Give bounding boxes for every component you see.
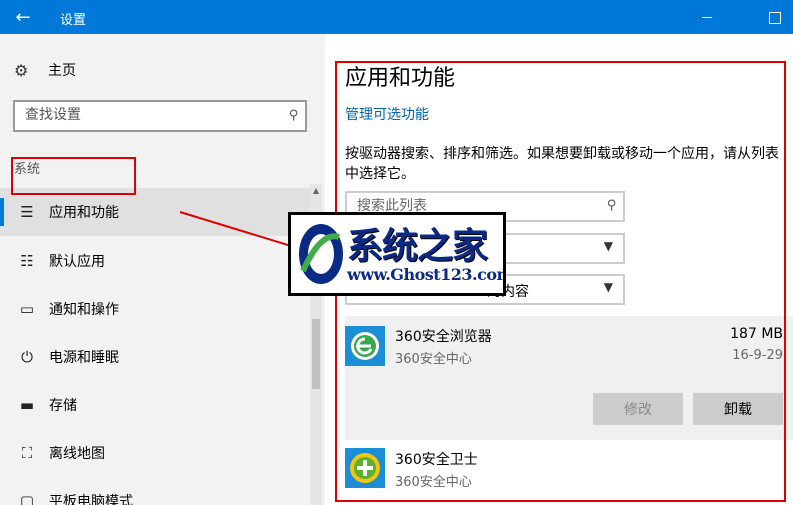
sidebar-item-label: 应用和功能 [49,205,119,221]
map-icon: ⛶ [21,444,33,462]
sidebar-item-offline-maps[interactable]: ⛶ 离线地图 [0,429,310,477]
sidebar-item-label: 默认应用 [49,254,105,270]
power-icon: ⏻ [21,348,33,366]
sidebar-item-tablet-mode[interactable]: ▢ 平板电脑模式 [0,477,310,505]
window-title: 设置 [60,13,87,28]
sidebar-item-label: 平板电脑模式 [49,494,133,505]
sidebar-item-label: 电源和睡眠 [49,350,119,366]
sidebar-item-power-sleep[interactable]: ⏻ 电源和睡眠 [0,333,310,381]
title-bar: ← 设置 [0,0,793,34]
sidebar-item-default-apps[interactable]: ☷ 默认应用 [0,237,310,285]
back-button[interactable]: ← [0,0,46,34]
back-arrow-icon: ← [15,6,31,28]
default-apps-icon: ☷ [20,252,34,270]
notification-icon: ▭ [19,300,35,318]
annotation-highlight-box [11,157,136,195]
sidebar-item-apps-features[interactable]: ☰ 应用和功能 [0,188,310,236]
scroll-up-icon[interactable]: ▲ [310,184,322,198]
search-icon: ⚲ [289,108,299,123]
minimize-button[interactable] [688,0,728,34]
settings-window: ← 设置 ⚙ 主页 ⚲ 系统 ☰ 应用和功能 ☷ 默认应用 ▭ 通知和操作 ⏻ [0,0,793,505]
watermark-url: www.Ghost123.com [347,265,506,284]
gear-icon: ⚙ [14,60,29,80]
sidebar-item-storage[interactable]: ▬ 存储 [0,381,310,429]
sidebar-item-label: 离线地图 [49,446,105,462]
watermark-logo-icon [299,224,343,284]
scroll-thumb[interactable] [312,319,320,389]
maximize-button[interactable] [760,0,793,34]
watermark: 系统之家 www.Ghost123.com [288,212,506,296]
storage-icon: ▬ [19,396,35,414]
selection-marker [0,198,4,226]
tablet-icon: ▢ [19,492,35,505]
sidebar-item-notifications[interactable]: ▭ 通知和操作 [0,285,310,333]
settings-search-input[interactable] [25,107,275,123]
watermark-title: 系统之家 [347,225,488,267]
settings-search-box[interactable]: ⚲ [13,100,307,132]
sidebar-item-label: 存储 [49,398,77,414]
apps-list-icon: ☰ [20,203,34,221]
sidebar-item-label: 通知和操作 [49,302,119,318]
home-link[interactable]: ⚙ 主页 [14,60,76,80]
sidebar: ⚙ 主页 ⚲ 系统 ☰ 应用和功能 ☷ 默认应用 ▭ 通知和操作 ⏻ 电源和睡眠… [0,34,325,505]
home-label: 主页 [48,63,76,79]
